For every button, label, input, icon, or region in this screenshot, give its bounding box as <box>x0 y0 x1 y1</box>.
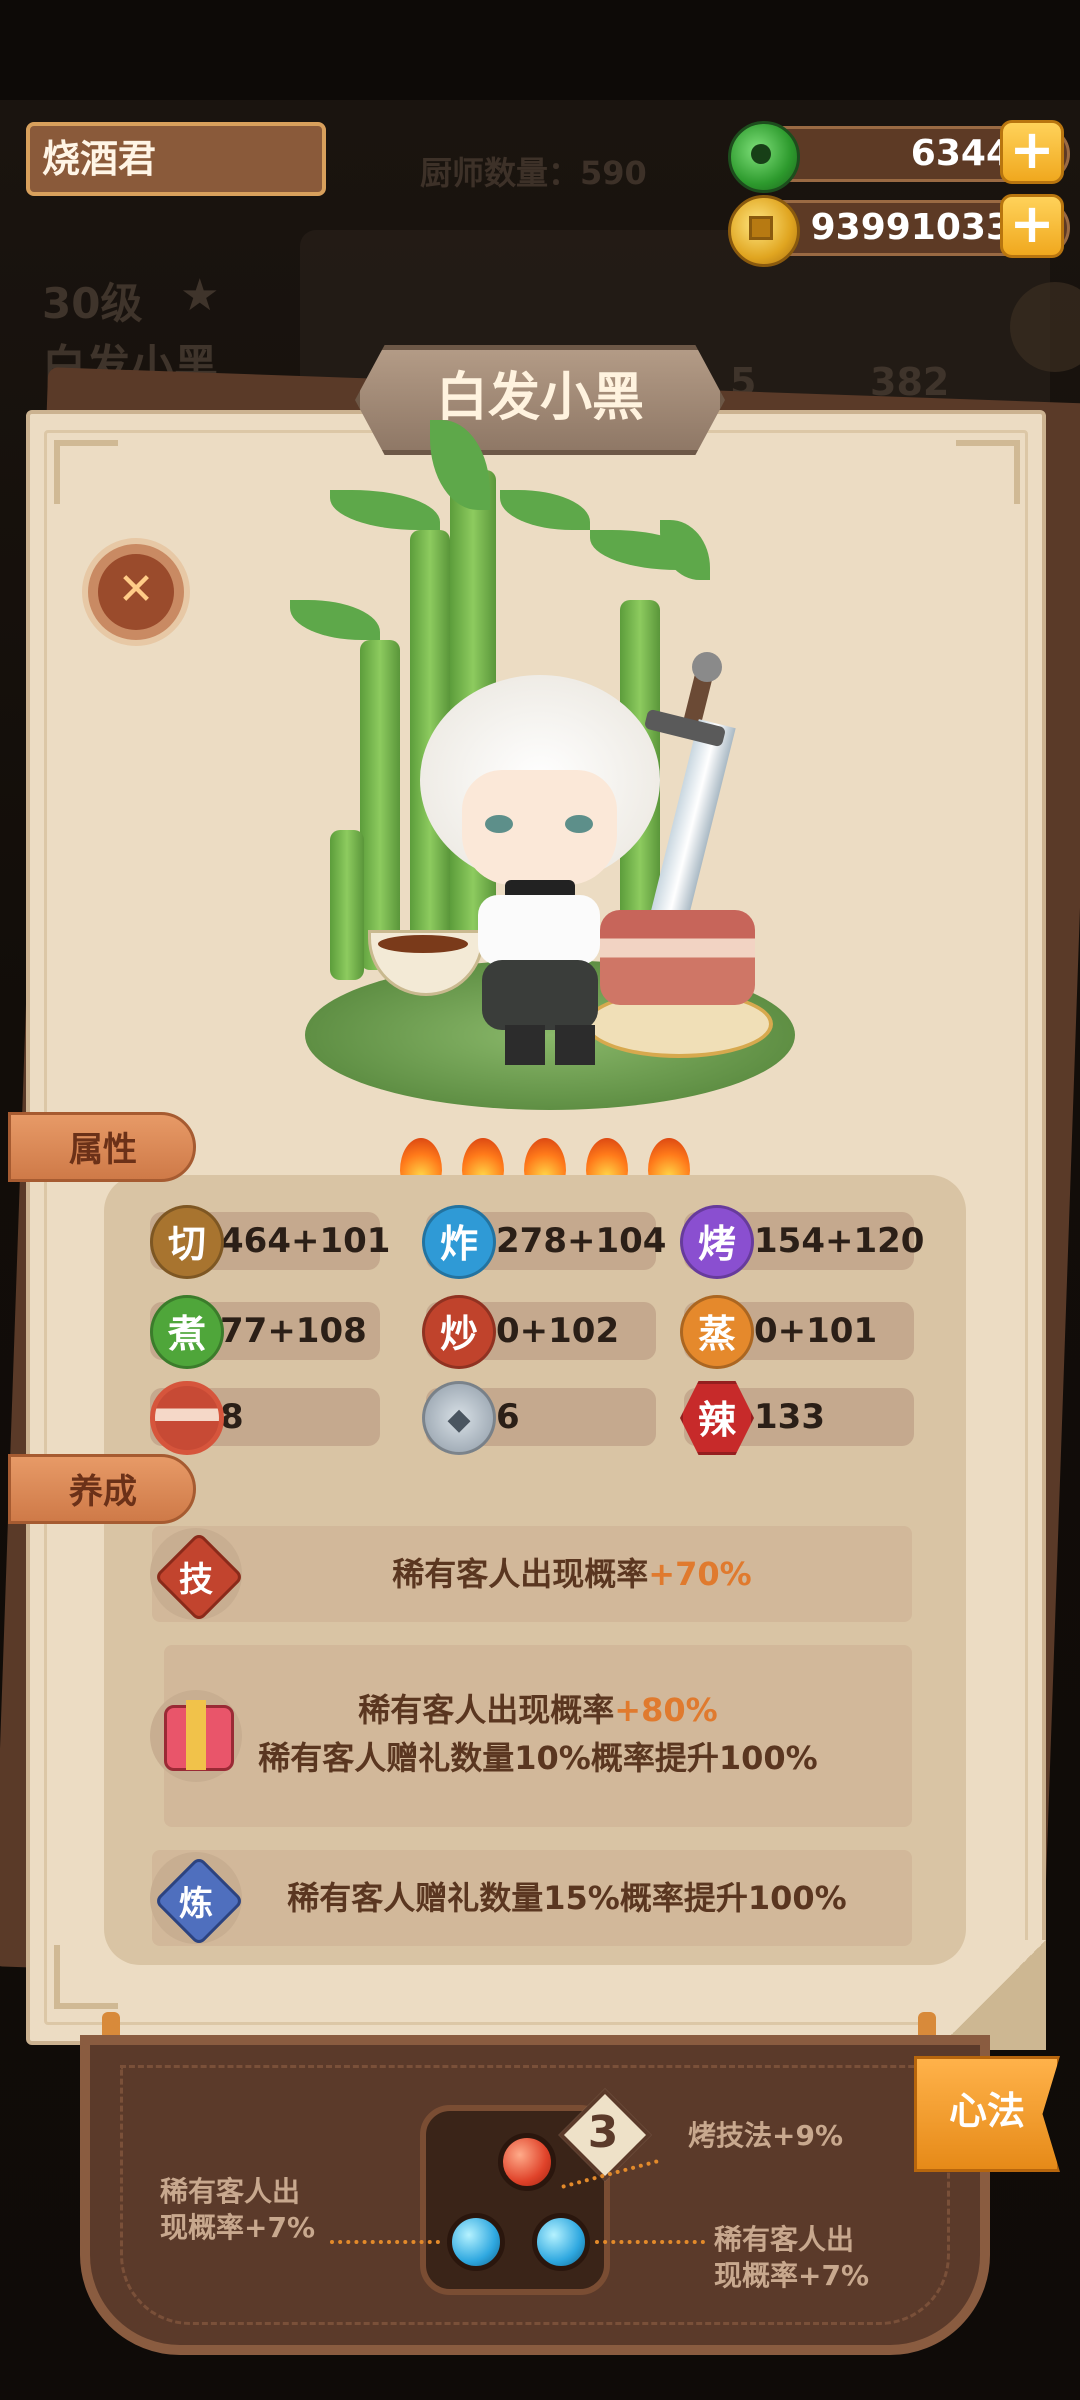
cut-icon: 切 <box>150 1205 224 1279</box>
meat-icon <box>150 1381 224 1455</box>
heart-method-tab[interactable]: 心法 <box>914 2056 1060 2172</box>
refine-effect: 稀有客人赠礼数量15%概率提升100% <box>152 1850 912 1946</box>
boil-icon: 煮 <box>150 1295 224 1369</box>
sword-pommel <box>692 652 722 682</box>
refine-badge-label: 炼 <box>179 1884 213 1924</box>
tab-training[interactable]: 养成 <box>8 1454 196 1524</box>
chef-shirt <box>478 895 600 965</box>
chef-boot <box>555 1025 595 1065</box>
add-coin-button[interactable]: + <box>1000 194 1064 258</box>
connector-line <box>595 2240 705 2244</box>
add-jade-button[interactable]: + <box>1000 120 1064 184</box>
fry-icon: 炸 <box>422 1205 496 1279</box>
pork-belly <box>600 910 755 1005</box>
chef-pants <box>482 960 598 1030</box>
tab-attributes[interactable]: 属性 <box>8 1112 196 1182</box>
right-effect-line2: 现概率+7% <box>714 2259 869 2292</box>
special-text-2: 稀有客人赠礼数量10%概率提升100% <box>258 1739 818 1777</box>
coin-icon-hole <box>749 216 773 240</box>
left-effect-line2: 现概率+7% <box>160 2211 315 2244</box>
skill-value: +70% <box>648 1555 752 1593</box>
player-name[interactable]: 烧酒君 <box>26 122 326 196</box>
fish-icon: ◆ <box>422 1381 496 1455</box>
sauce <box>378 935 468 953</box>
chef-boot <box>505 1025 545 1065</box>
skill-effect: 稀有客人出现概率+70% <box>152 1526 912 1622</box>
bamboo-stalk <box>360 640 400 970</box>
jade-icon-hole <box>751 144 771 164</box>
chef-eye <box>565 815 593 833</box>
right-effect-line1: 稀有客人出 <box>714 2223 855 2256</box>
blue-gem-icon[interactable] <box>532 2213 590 2271</box>
bamboo-stalk <box>330 830 364 980</box>
stirfry-icon: 炒 <box>422 1295 496 1369</box>
refine-text: 稀有客人赠礼数量15%概率提升100% <box>287 1879 847 1917</box>
skill-badge-label: 技 <box>179 1560 213 1600</box>
blue-gem-icon[interactable] <box>447 2213 505 2271</box>
special-value: +80% <box>614 1691 718 1729</box>
crossed-knives-icon: ✕ <box>98 554 174 630</box>
special-text-1: 稀有客人出现概率 <box>358 1691 615 1729</box>
chef-eye <box>485 815 513 833</box>
special-effect: 稀有客人出现概率+80% 稀有客人赠礼数量10%概率提升100% <box>164 1645 912 1827</box>
gift-ribbon-icon <box>186 1700 206 1770</box>
steam-icon: 蒸 <box>680 1295 754 1369</box>
chef-name-title: 白发小黑 <box>355 345 725 455</box>
skill-text: 稀有客人出现概率 <box>392 1555 649 1593</box>
background-level: 30级 <box>42 279 143 328</box>
red-gem-icon[interactable] <box>498 2133 556 2191</box>
corner-ornament <box>54 440 118 504</box>
top-effect: 烤技法+9% <box>688 2119 843 2152</box>
roast-icon: 烤 <box>680 1205 754 1279</box>
left-effect-line1: 稀有客人出 <box>160 2175 301 2208</box>
background-star-icon: ★ <box>180 270 220 321</box>
chef-count: 厨师数量：590 <box>420 154 647 192</box>
corner-ornament <box>54 1945 118 2009</box>
heart-method-level: 3 <box>587 2107 619 2158</box>
corner-ornament <box>956 440 1020 504</box>
connector-line <box>330 2240 440 2244</box>
